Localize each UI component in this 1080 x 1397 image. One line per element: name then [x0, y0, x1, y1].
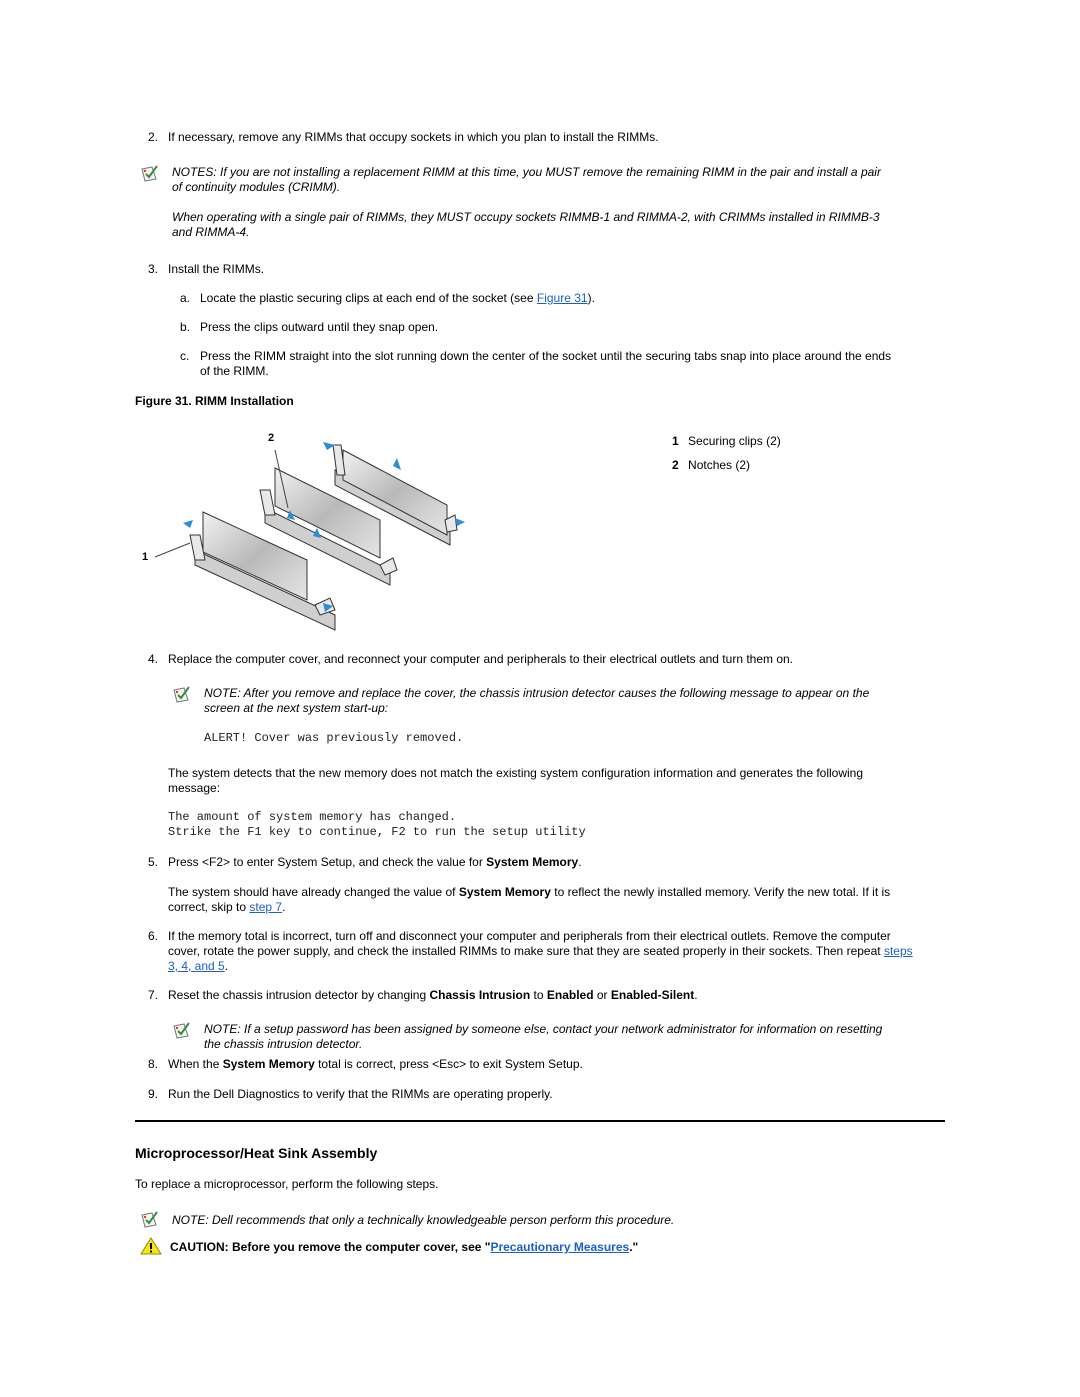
step-7-text: Reset the chassis intrusion detector by … — [168, 988, 698, 1003]
step-4-text: Replace the computer cover, and reconnec… — [168, 652, 794, 666]
step-7-note-line-2: the chassis intrusion detector. — [204, 1037, 363, 1051]
text: total is correct, press <Esc> to exit Sy… — [314, 1057, 583, 1071]
text: ." — [629, 1240, 639, 1254]
substep-a-post: ). — [587, 291, 595, 305]
text: to reflect the newly installed memory. V… — [550, 885, 891, 899]
memory-message-line-2: Strike the F1 key to continue, F2 to run… — [168, 825, 586, 839]
step-number: 9. — [148, 1087, 159, 1101]
step-number: 7. — [148, 988, 159, 1002]
bold-term: Enabled — [546, 988, 594, 1002]
notes-line-1: NOTES: If you are not installing a repla… — [172, 165, 881, 179]
text: Reset the chassis intrusion detector by … — [168, 988, 430, 1002]
step-6-line-2: cover, rotate the power supply, and chec… — [168, 944, 913, 959]
alert-message: ALERT! Cover was previously removed. — [204, 731, 464, 745]
text: . — [282, 900, 286, 914]
bold-term: System Memory — [486, 855, 579, 869]
text: correct, skip to — [168, 900, 250, 914]
bold-term: Enabled-Silent — [610, 988, 695, 1002]
step-9-text: Run the Dell Diagnostics to verify that … — [168, 1087, 553, 1101]
text: to — [530, 988, 547, 1002]
step-7-link[interactable]: step 7 — [249, 900, 282, 914]
step-3-text: Install the RIMMs. — [168, 262, 265, 276]
figure-callout-2: 2 — [268, 432, 275, 444]
substep-number: a. — [180, 291, 191, 305]
step-6-line-3: 3, 4, and 5. — [168, 959, 228, 974]
legend-label: Notches (2) — [688, 458, 751, 472]
section-divider — [135, 1120, 945, 1122]
text: or — [593, 988, 611, 1002]
substep-b: Press the clips outward until they snap … — [200, 320, 439, 334]
text: . — [224, 959, 229, 973]
callout-line-1 — [154, 542, 191, 558]
substep-a-text: Locate the plastic securing clips at eac… — [200, 291, 537, 305]
figure-caption: Figure 31. RIMM Installation — [135, 394, 294, 408]
legend-item-1: 1 Securing clips (2) — [672, 434, 781, 449]
step-2: 2. — [148, 130, 158, 145]
legend-label: Securing clips (2) — [688, 434, 781, 448]
caution-icon — [140, 1237, 162, 1255]
step-number: 5. — [148, 855, 159, 869]
text: . — [694, 988, 698, 1002]
text: When the — [168, 1057, 223, 1071]
memory-message-line-1: The amount of system memory has changed. — [168, 810, 457, 824]
precautionary-measures-link[interactable]: Precautionary Measures — [490, 1240, 629, 1254]
legend-item-2: 2 Notches (2) — [672, 458, 750, 473]
substep-number: c. — [180, 349, 190, 363]
bold-term: Chassis Intrusion — [429, 988, 531, 1002]
step-7-note-line-1: NOTE: If a setup password has been assig… — [204, 1022, 883, 1036]
note-icon — [141, 165, 158, 182]
step-number: 4. — [148, 652, 159, 666]
text: Press <F2> to enter System Setup, and ch… — [168, 855, 487, 869]
step-4-note-line-1: NOTE: After you remove and replace the c… — [204, 686, 870, 700]
substep-a: Locate the plastic securing clips at eac… — [200, 291, 595, 306]
substep-c-line-1: Press the RIMM straight into the slot ru… — [200, 349, 892, 363]
steps-3-4-5-link[interactable]: 3, 4, and 5 — [168, 959, 225, 973]
legend-number: 2 — [672, 458, 679, 472]
notes-line-3: When operating with a single pair of RIM… — [172, 210, 880, 224]
section-title: Microprocessor/Heat Sink Assembly — [135, 1145, 378, 1161]
rimm-installation-figure — [154, 442, 465, 631]
bold-term: System Memory — [458, 885, 551, 899]
text: CAUTION: Before you remove the computer … — [170, 1240, 491, 1254]
substep-c-line-2: of the RIMM. — [200, 364, 269, 378]
note-icon — [141, 1211, 158, 1228]
section-intro: To replace a microprocessor, perform the… — [135, 1177, 439, 1191]
bold-term: System Memory — [222, 1057, 315, 1071]
caution-text: CAUTION: Before you remove the computer … — [170, 1240, 638, 1255]
step-8-text: When the System Memory total is correct,… — [168, 1057, 583, 1072]
step-number: 6. — [148, 929, 159, 943]
step-5-para-line-1: The system should have already changed t… — [168, 885, 890, 900]
text: The system should have already changed t… — [168, 885, 459, 899]
rimm-socket-1 — [189, 511, 336, 631]
note-icon — [173, 1022, 190, 1039]
substep-number: b. — [180, 320, 191, 334]
notes-line-2: of continuity modules (CRIMM). — [172, 180, 341, 194]
note-icon — [173, 686, 190, 703]
step-5-text: Press <F2> to enter System Setup, and ch… — [168, 855, 582, 870]
figure-31-link[interactable]: Figure 31 — [537, 291, 588, 305]
figure-callout-1: 1 — [142, 551, 149, 563]
step-4-note-line-2: screen at the next system start-up: — [204, 701, 389, 715]
step-6-line-1: If the memory total is incorrect, turn o… — [168, 929, 891, 943]
legend-number: 1 — [672, 434, 679, 448]
step-2-text: If necessary, remove any RIMMs that occu… — [168, 130, 659, 144]
step-number: 3. — [148, 262, 159, 276]
detect-line-2: message: — [168, 781, 221, 795]
step-5-para-line-2: correct, skip to step 7. — [168, 900, 285, 915]
detect-line-1: The system detects that the new memory d… — [168, 766, 864, 780]
section-note: NOTE: Dell recommends that only a techni… — [172, 1213, 675, 1227]
steps-link[interactable]: steps — [884, 944, 913, 958]
notes-line-4: and RIMMA-4. — [172, 225, 250, 239]
text: cover, rotate the power supply, and chec… — [168, 944, 884, 958]
step-number: 2. — [148, 130, 159, 144]
step-number: 8. — [148, 1057, 159, 1071]
text: . — [578, 855, 582, 869]
